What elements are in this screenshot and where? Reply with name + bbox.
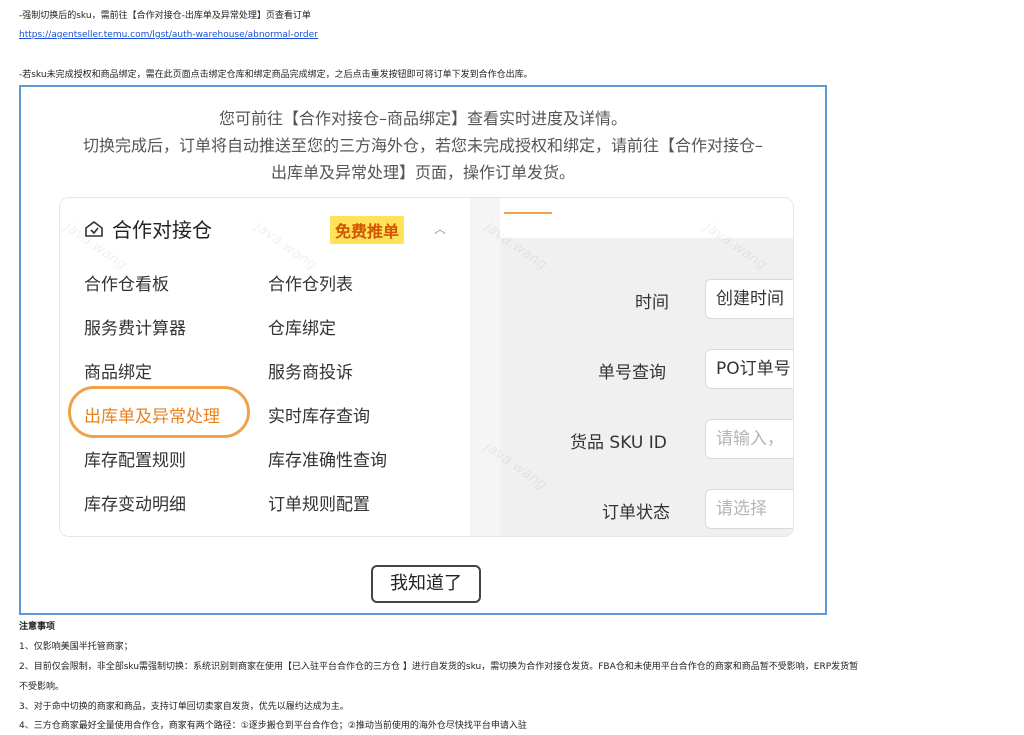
menu-card: 合作对接仓 免费推单 ︿ 合作仓看板 合作仓列表 服务费计算器 仓库绑定 商品绑… — [59, 197, 794, 537]
order-status-label: 订单状态 — [602, 503, 670, 523]
sku-id-label: 货品 SKU ID — [570, 433, 667, 453]
menu-panel: 合作对接仓 免费推单 ︿ 合作仓看板 合作仓列表 服务费计算器 仓库绑定 商品绑… — [60, 198, 470, 536]
menu-item-provider-complaint[interactable]: 服务商投诉 — [268, 358, 353, 383]
collapse-caret-icon[interactable]: ︿ — [434, 220, 446, 237]
menu-item-warehouse-board[interactable]: 合作仓看板 — [84, 270, 169, 295]
dialog-intro-line-1: 您可前往【合作对接仓–商品绑定】查看实时进度及详情。 — [218, 109, 627, 128]
embedded-dialog-screenshot: 您可前往【合作对接仓–商品绑定】查看实时进度及详情。 切换完成后，订单将自动推送… — [19, 85, 827, 615]
notes-title: 注意事项 — [19, 622, 56, 632]
menu-item-product-binding[interactable]: 商品绑定 — [84, 358, 152, 383]
menu-item-order-rules[interactable]: 订单规则配置 — [268, 490, 370, 515]
menu-item-warehouse-binding[interactable]: 仓库绑定 — [268, 314, 336, 339]
active-tab-indicator — [504, 212, 552, 214]
menu-header: 合作对接仓 — [84, 214, 212, 243]
sku-id-input[interactable]: 请输入， — [705, 419, 793, 459]
acknowledge-button[interactable]: 我知道了 — [371, 565, 481, 603]
dialog-intro-line-2: 切换完成后，订单将自动推送至您的三方海外仓，若您未完成授权和绑定，请前往【合作对… — [82, 136, 763, 155]
panel-tabbar — [500, 198, 793, 238]
menu-item-realtime-stock[interactable]: 实时库存查询 — [268, 402, 370, 427]
menu-title: 合作对接仓 — [112, 218, 212, 242]
menu-item-stock-config[interactable]: 库存配置规则 — [84, 446, 186, 471]
doc-line-3: -若sku未完成授权和商品绑定，需在此页面点击绑定仓库和绑定商品完成绑定，之后点… — [19, 70, 533, 80]
dialog-intro-line-3: 出库单及异常处理】页面，操作订单发货。 — [270, 163, 575, 182]
note-2-cont: 不受影响。 — [19, 682, 65, 692]
note-4: 4、三方仓商家最好全量使用合作仓，商家有两个路径：①逐步搬仓到平台合作仓；②推动… — [19, 721, 527, 731]
time-select[interactable]: 创建时间 — [705, 279, 793, 319]
abnormal-order-link[interactable]: https://agentseller.temu.com/lgst/auth-w… — [19, 28, 318, 42]
free-push-badge: 免费推单 — [330, 216, 405, 244]
note-2: 2、目前仅会限制，非全部sku需强制切换：系统识别到商家在使用【已入驻平台合作仓… — [19, 662, 859, 672]
note-1: 1、仅影响美国半托管商家； — [19, 642, 133, 652]
time-label: 时间 — [635, 293, 669, 313]
doc-line-1: -强制切换后的sku，需前往【合作对接仓-出库单及异常处理】页查看订单 — [19, 11, 311, 21]
order-type-select[interactable]: PO订单号 — [705, 349, 793, 389]
menu-item-stock-changes[interactable]: 库存变动明细 — [84, 490, 186, 515]
order-status-select[interactable]: 请选择 — [705, 489, 793, 529]
note-3: 3、对于命中切换的商家和商品，支持订单回切卖家自发货，优先以履约达成为主。 — [19, 702, 349, 712]
menu-item-outbound-exceptions[interactable]: 出库单及异常处理 — [84, 402, 220, 427]
menu-item-fee-calculator[interactable]: 服务费计算器 — [84, 314, 186, 339]
menu-item-stock-accuracy[interactable]: 库存准确性查询 — [268, 446, 387, 471]
order-query-label: 单号查询 — [598, 363, 666, 383]
